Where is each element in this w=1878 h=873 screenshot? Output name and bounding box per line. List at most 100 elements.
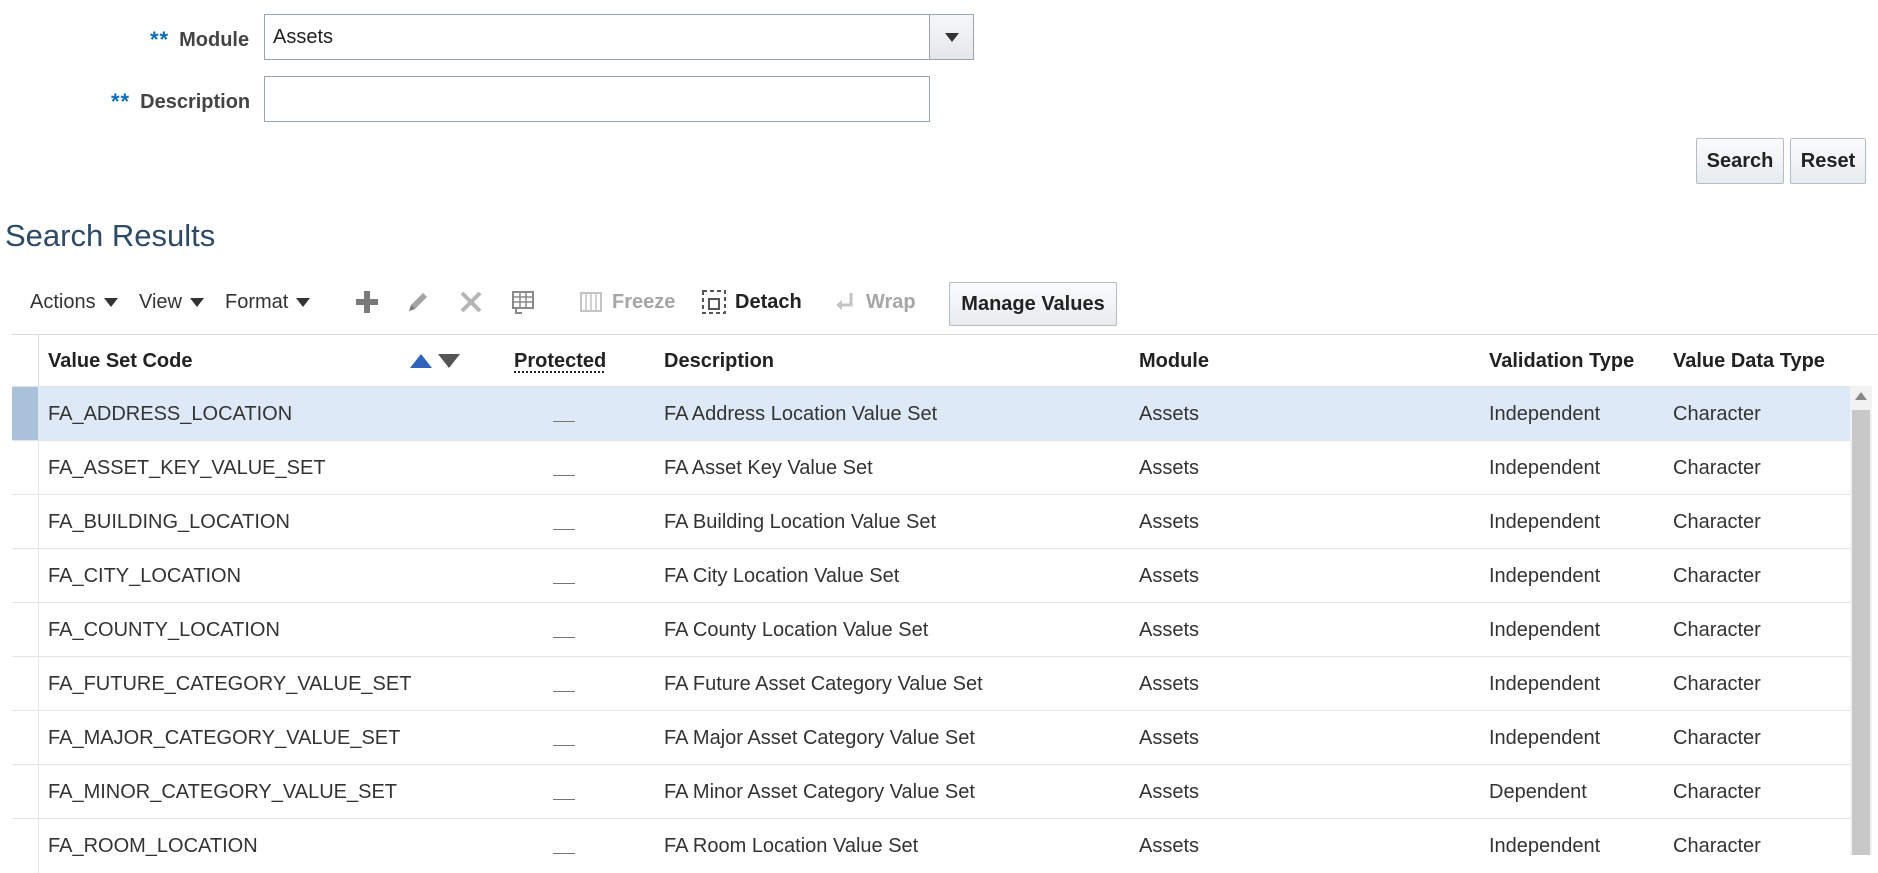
row-header-corner	[12, 335, 39, 387]
table-row[interactable]: FA_BUILDING_LOCATION FA Building Location…	[12, 494, 1850, 549]
cell-description: FA Address Location Value Set	[664, 402, 938, 425]
detach-button[interactable]: Detach	[701, 280, 802, 324]
cell-protected	[553, 441, 575, 495]
row-header[interactable]	[12, 603, 39, 657]
module-label: Module	[179, 28, 250, 51]
freeze-button[interactable]: Freeze	[578, 280, 675, 324]
protected-empty-indicator	[553, 852, 575, 854]
row-header[interactable]	[12, 819, 39, 873]
cell-validation-type: Independent	[1489, 402, 1601, 425]
vertical-scrollbar[interactable]	[1850, 386, 1872, 855]
column-header-value-data-type[interactable]: Value Data Type	[1673, 335, 1825, 387]
freeze-label: Freeze	[612, 290, 676, 313]
export-button[interactable]	[510, 280, 544, 324]
cell-module: Assets	[1139, 726, 1200, 749]
column-header-module[interactable]: Module	[1139, 335, 1209, 387]
cell-protected	[553, 711, 575, 765]
description-input[interactable]	[264, 76, 930, 122]
chevron-down-icon	[944, 32, 959, 42]
row-header[interactable]	[12, 711, 39, 765]
cell-value-set-code[interactable]: FA_ADDRESS_LOCATION	[48, 387, 292, 441]
table-row[interactable]: FA_MAJOR_CATEGORY_VALUE_SET FA Major Asse…	[12, 710, 1850, 765]
add-row-button[interactable]	[354, 280, 388, 324]
pencil-icon	[405, 289, 431, 315]
cell-value-set-code[interactable]: FA_MINOR_CATEGORY_VALUE_SET	[48, 765, 397, 819]
row-header[interactable]	[12, 549, 39, 603]
row-header[interactable]	[12, 495, 39, 549]
protected-empty-indicator	[553, 798, 575, 800]
wrap-button[interactable]: Wrap	[832, 280, 916, 324]
scrollbar-thumb[interactable]	[1852, 410, 1870, 855]
search-button[interactable]: Search	[1696, 138, 1784, 184]
sort-ascending-icon[interactable]	[410, 354, 432, 368]
row-header[interactable]	[12, 657, 39, 711]
row-header[interactable]	[12, 387, 39, 441]
protected-empty-indicator	[553, 528, 575, 530]
format-menu[interactable]: Format	[225, 280, 311, 324]
cell-value-set-code[interactable]: FA_ROOM_LOCATION	[48, 819, 258, 873]
row-header[interactable]	[12, 441, 39, 495]
cell-value-set-code[interactable]: FA_CITY_LOCATION	[48, 549, 241, 603]
table-row[interactable]: FA_COUNTY_LOCATION FA County Location Val…	[12, 602, 1850, 657]
manage-values-button[interactable]: Manage Values	[949, 282, 1117, 326]
sort-controls	[410, 335, 460, 387]
column-header-value-set-code[interactable]: Value Set Code	[48, 335, 193, 387]
cell-value-set-code[interactable]: FA_COUNTY_LOCATION	[48, 603, 280, 657]
reset-button[interactable]: Reset	[1790, 138, 1866, 184]
protected-empty-indicator	[553, 582, 575, 584]
cell-validation-type: Independent	[1489, 564, 1601, 587]
plus-icon	[354, 289, 380, 315]
chevron-down-icon	[190, 297, 204, 307]
cell-value-data-type: Character	[1673, 510, 1761, 533]
description-row: ** Description	[111, 80, 250, 124]
results-toolbar: Actions View Format Freeze Detach Wrap M…	[0, 280, 1878, 326]
cell-description: FA Major Asset Category Value Set	[664, 726, 975, 749]
cell-validation-type: Independent	[1489, 726, 1601, 749]
cell-module: Assets	[1139, 834, 1200, 857]
module-select[interactable]: Assets	[264, 14, 930, 60]
module-dropdown-button[interactable]	[929, 14, 974, 60]
cell-value-set-code[interactable]: FA_ASSET_KEY_VALUE_SET	[48, 441, 326, 495]
module-row: ** Module	[150, 18, 249, 62]
cell-description: FA Asset Key Value Set	[664, 456, 873, 479]
column-header-protected[interactable]: Protected	[514, 335, 606, 387]
delete-row-button[interactable]	[458, 280, 492, 324]
cell-value-set-code[interactable]: FA_BUILDING_LOCATION	[48, 495, 290, 549]
table-row[interactable]: FA_ASSET_KEY_VALUE_SET FA Asset Key Value…	[12, 440, 1850, 495]
x-icon	[458, 289, 484, 315]
column-header-validation-type[interactable]: Validation Type	[1489, 335, 1634, 387]
sort-descending-icon[interactable]	[438, 354, 460, 368]
cell-module: Assets	[1139, 618, 1200, 641]
cell-value-set-code[interactable]: FA_FUTURE_CATEGORY_VALUE_SET	[48, 657, 411, 711]
table-row[interactable]: FA_ROOM_LOCATION FA Room Location Value S…	[12, 818, 1850, 873]
actions-menu[interactable]: Actions	[30, 280, 118, 324]
table-row[interactable]: FA_MINOR_CATEGORY_VALUE_SET FA Minor Asse…	[12, 764, 1850, 819]
cell-value-data-type: Character	[1673, 672, 1761, 695]
cell-validation-type: Independent	[1489, 672, 1601, 695]
cell-value-set-code[interactable]: FA_MAJOR_CATEGORY_VALUE_SET	[48, 711, 400, 765]
wrap-label: Wrap	[866, 290, 916, 313]
table-row[interactable]: FA_ADDRESS_LOCATION FA Address Location V…	[12, 386, 1850, 441]
scroll-up-icon[interactable]	[1855, 392, 1867, 400]
cell-module: Assets	[1139, 402, 1200, 425]
view-menu[interactable]: View	[139, 280, 204, 324]
cell-module: Assets	[1139, 456, 1200, 479]
table-row[interactable]: FA_FUTURE_CATEGORY_VALUE_SET FA Future As…	[12, 656, 1850, 711]
protected-empty-indicator	[553, 474, 575, 476]
cell-module: Assets	[1139, 780, 1200, 803]
actions-menu-label: Actions	[30, 290, 96, 313]
table-header: Value Set Code Protected Description Mod…	[12, 334, 1878, 387]
protected-empty-indicator	[553, 690, 575, 692]
cell-description: FA County Location Value Set	[664, 618, 929, 641]
cell-protected	[553, 819, 575, 873]
row-header[interactable]	[12, 765, 39, 819]
cell-validation-type: Independent	[1489, 456, 1601, 479]
edit-row-button[interactable]	[405, 280, 439, 324]
chevron-down-icon	[103, 297, 118, 307]
table-row[interactable]: FA_CITY_LOCATION FA City Location Value S…	[12, 548, 1850, 603]
view-menu-label: View	[139, 290, 182, 313]
column-header-description[interactable]: Description	[664, 335, 774, 387]
cell-description: FA Building Location Value Set	[664, 510, 937, 533]
table-export-icon	[510, 289, 536, 315]
cell-validation-type: Dependent	[1489, 780, 1587, 803]
